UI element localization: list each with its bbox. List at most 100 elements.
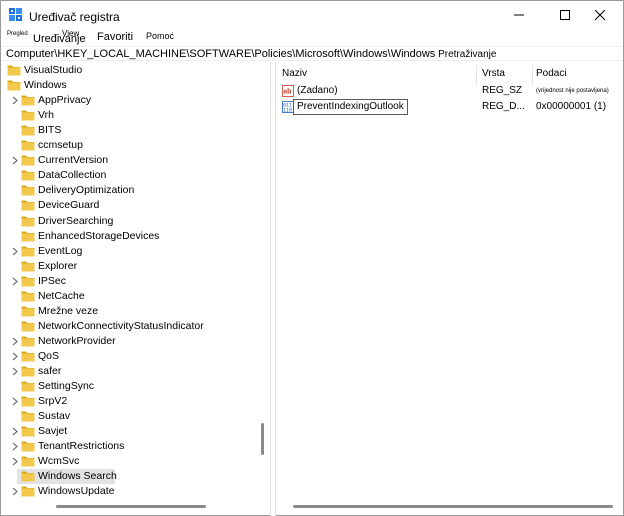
tree-item[interactable]: BITS bbox=[1, 123, 270, 138]
folder-icon bbox=[21, 216, 35, 226]
value-row-preventindexingoutlook[interactable]: 011 110 PreventIndexingOutlook REG_D... … bbox=[276, 99, 623, 115]
tree-item[interactable]: Sustav bbox=[1, 409, 270, 424]
chevron-right-icon[interactable] bbox=[11, 352, 19, 361]
tree-item-label: DataCollection bbox=[38, 169, 107, 182]
tree-item[interactable]: Mrežne veze bbox=[1, 304, 270, 319]
svg-text:ab: ab bbox=[283, 89, 291, 96]
tree-item[interactable]: ccmsetup bbox=[1, 138, 270, 153]
tree-item-label: CurrentVersion bbox=[38, 154, 109, 167]
tree-item-label: AppPrivacy bbox=[38, 94, 92, 107]
tree-item[interactable]: DeviceGuard bbox=[1, 198, 270, 213]
close-button[interactable] bbox=[577, 1, 623, 29]
chevron-right-icon[interactable] bbox=[11, 487, 19, 496]
list-horizontal-scrollbar[interactable] bbox=[293, 505, 613, 508]
folder-icon bbox=[21, 471, 35, 482]
tree-item[interactable]: WcmSvc bbox=[1, 454, 270, 469]
tree-item-label: NetworkProvider bbox=[38, 334, 116, 347]
chevron-right-icon[interactable] bbox=[11, 427, 19, 436]
folder-icon bbox=[21, 306, 35, 317]
title-bar[interactable]: Uređivač registra bbox=[1, 1, 623, 29]
folder-icon bbox=[21, 351, 35, 362]
tree-item[interactable]: SettingSync bbox=[1, 379, 270, 394]
chevron-right-icon[interactable] bbox=[11, 277, 19, 286]
menu-file[interactable]: Pregled bbox=[7, 31, 28, 37]
tree-item[interactable]: safer bbox=[1, 364, 270, 379]
tree-item[interactable]: Windows Search bbox=[1, 469, 270, 485]
column-separator[interactable] bbox=[532, 65, 533, 85]
tree-item[interactable]: Vrh bbox=[1, 108, 270, 123]
tree-item-label: SrpV2 bbox=[38, 395, 68, 408]
folder-icon bbox=[21, 336, 35, 347]
menu-favorites[interactable]: Favoriti bbox=[97, 31, 133, 43]
column-header-data[interactable]: Podaci bbox=[536, 68, 567, 79]
column-header-name[interactable]: Naziv bbox=[282, 68, 307, 79]
tree-item[interactable]: SrpV2 bbox=[1, 394, 270, 409]
values-list-pane[interactable]: Naziv Vrsta Podaci ab (Zadano) REG_SZ (v… bbox=[275, 62, 623, 516]
value-row-default[interactable]: ab (Zadano) REG_SZ (vrijednost nije post… bbox=[276, 84, 623, 99]
registry-editor-window: Uređivač registra Pregled Uređivanje Vie… bbox=[0, 0, 624, 516]
tree-item-label: WindowsUpdate bbox=[38, 485, 115, 498]
tree-item[interactable]: QoS bbox=[1, 349, 270, 364]
chevron-right-icon[interactable] bbox=[11, 367, 19, 376]
chevron-right-icon[interactable] bbox=[11, 457, 19, 466]
tree-item-label: WcmSvc bbox=[38, 455, 80, 468]
column-separator[interactable] bbox=[476, 65, 477, 85]
column-header-type[interactable]: Vrsta bbox=[482, 68, 505, 79]
tree-item[interactable]: Explorer bbox=[1, 259, 270, 274]
chevron-right-icon[interactable] bbox=[11, 156, 19, 165]
value-name-edit-field[interactable]: PreventIndexingOutlook bbox=[293, 99, 408, 115]
tree-item[interactable]: Savjet bbox=[1, 424, 270, 439]
tree-item[interactable]: DeliveryOptimization bbox=[1, 183, 270, 198]
tree-item[interactable]: TenantRestrictions bbox=[1, 439, 270, 454]
tree-item-label: QoS bbox=[38, 349, 60, 362]
folder-icon bbox=[21, 95, 35, 106]
chevron-right-icon[interactable] bbox=[11, 247, 19, 256]
folder-icon bbox=[21, 246, 35, 257]
tree-item[interactable]: DriverSearching bbox=[1, 214, 270, 229]
menu-help[interactable]: Pomoć bbox=[146, 31, 174, 41]
value-type: REG_D... bbox=[482, 101, 525, 112]
tree-item-label: IPSec bbox=[38, 274, 67, 287]
folder-icon bbox=[21, 321, 35, 332]
tree-item[interactable]: NetworkProvider bbox=[1, 334, 270, 349]
folder-icon bbox=[21, 110, 35, 121]
value-data: (vrijednost nije postavljena) bbox=[536, 88, 609, 94]
tree-item[interactable]: EventLog bbox=[1, 244, 270, 259]
chevron-right-icon[interactable] bbox=[11, 442, 19, 451]
tree-item[interactable]: WindowsUpdate bbox=[1, 484, 270, 499]
tree-item[interactable]: NetworkConnectivityStatusIndicator bbox=[1, 319, 270, 334]
value-data: 0x00000001 (1) bbox=[536, 101, 607, 112]
tree-horizontal-scrollbar[interactable] bbox=[56, 505, 206, 508]
tree-item[interactable]: EnhancedStorageDevices bbox=[1, 229, 270, 244]
folder-icon bbox=[21, 261, 35, 272]
tree-item[interactable]: CurrentVersion bbox=[1, 153, 270, 168]
folder-icon bbox=[21, 411, 35, 422]
tree-item-label: Windows bbox=[24, 79, 67, 92]
tree-item-label: ccmsetup bbox=[38, 139, 83, 152]
tree-item[interactable]: IPSec bbox=[1, 274, 270, 289]
folder-icon bbox=[21, 140, 35, 151]
folder-icon bbox=[21, 185, 35, 196]
minimize-button[interactable] bbox=[496, 1, 542, 29]
tree-item[interactable]: AppPrivacy bbox=[1, 93, 270, 108]
tree-item-label: DriverSearching bbox=[38, 214, 114, 227]
address-bar[interactable]: Computer\HKEY_LOCAL_MACHINE\SOFTWARE\Pol… bbox=[1, 46, 623, 61]
address-path[interactable]: Computer\HKEY_LOCAL_MACHINE\SOFTWARE\Pol… bbox=[6, 48, 496, 60]
tree-item[interactable]: NetCache bbox=[1, 289, 270, 304]
tree-vertical-scrollbar[interactable] bbox=[261, 423, 264, 455]
chevron-right-icon[interactable] bbox=[11, 397, 19, 406]
chevron-right-icon[interactable] bbox=[11, 96, 19, 105]
tree-item[interactable]: Windows bbox=[1, 78, 270, 93]
tree-item-label: BITS bbox=[38, 124, 62, 137]
folder-icon bbox=[21, 125, 35, 136]
chevron-right-icon[interactable] bbox=[11, 337, 19, 346]
key-tree-pane[interactable]: VisualStudio Windows AppPrivacy Vrh BITS ccms… bbox=[1, 62, 271, 516]
folder-icon bbox=[21, 366, 35, 377]
folder-icon bbox=[21, 426, 35, 437]
tree-item[interactable]: DataCollection bbox=[1, 168, 270, 183]
tree-item-label: TenantRestrictions bbox=[38, 440, 125, 453]
tree-item-label: DeliveryOptimization bbox=[38, 184, 135, 197]
value-name: (Zadano) bbox=[297, 85, 338, 96]
menu-view[interactable]: View bbox=[62, 29, 79, 38]
tree-item[interactable]: VisualStudio bbox=[1, 63, 270, 78]
